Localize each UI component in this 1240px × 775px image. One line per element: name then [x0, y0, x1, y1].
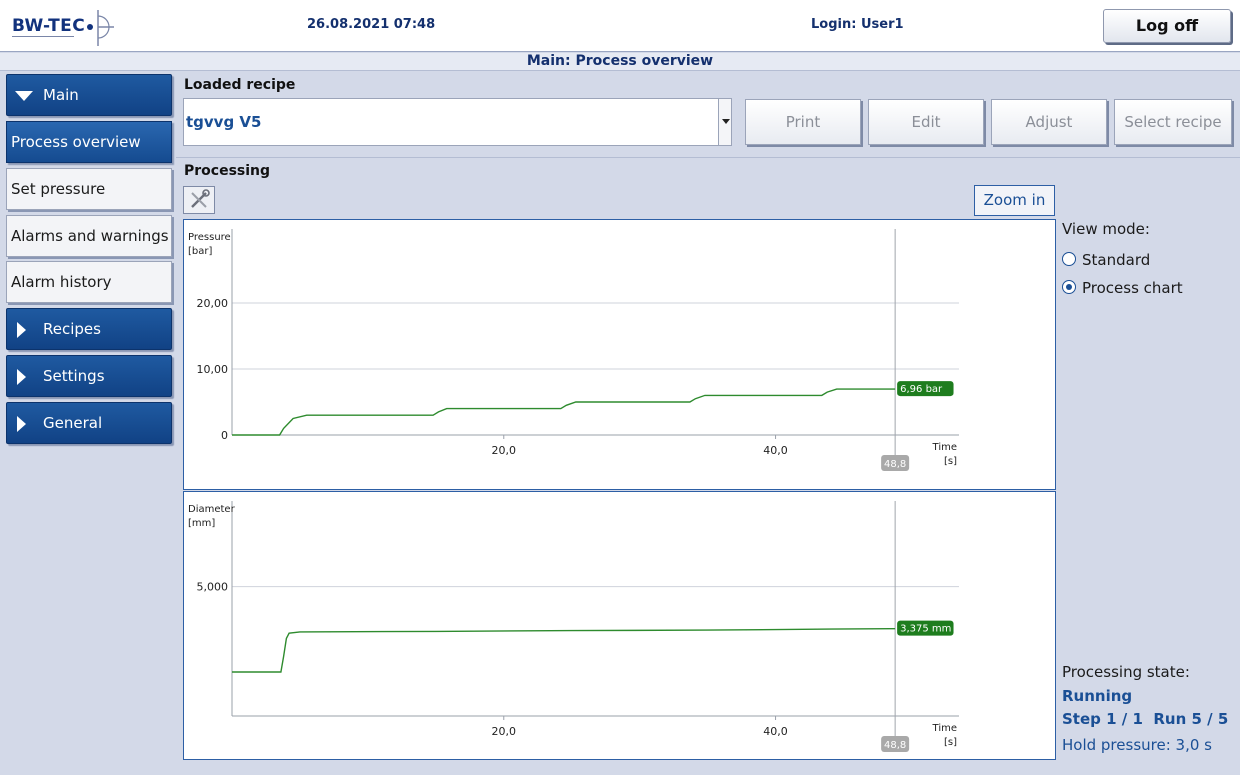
- collapsed-triangle-icon: [17, 416, 26, 432]
- sidebar-item-set-pressure[interactable]: Set pressure: [6, 168, 172, 210]
- sidebar-item-label: Recipes: [43, 320, 101, 338]
- sidebar-item-label: Settings: [43, 367, 105, 385]
- step-run-status: Step 1 / 1 Run 5 / 5: [1062, 710, 1229, 728]
- sidebar-item-label: Process overview: [11, 133, 141, 151]
- login-status: Login: User1: [811, 17, 904, 32]
- zoom-in-button[interactable]: Zoom in: [974, 185, 1055, 216]
- sidebar-group-settings[interactable]: Settings: [6, 355, 172, 397]
- sidebar-item-process-overview[interactable]: Process overview: [6, 121, 172, 163]
- x-axis-label: Time: [932, 723, 957, 734]
- bw-tec-logo: BW-TEC: [12, 10, 122, 46]
- series-line: [232, 628, 896, 673]
- logo-mark-icon: [87, 10, 114, 46]
- diameter-chart: 5,000 20,0 40,0 Diameter [mm] Time [s] 3,375 mm…: [183, 491, 1056, 760]
- x-tick-label: 40,0: [763, 444, 788, 457]
- sidebar-item-label: General: [43, 414, 103, 432]
- processing-status: Running: [1062, 687, 1133, 705]
- x-tick-label: 20,0: [492, 725, 517, 738]
- x-axis-unit: [s]: [944, 456, 957, 467]
- edit-button[interactable]: Edit: [868, 99, 984, 145]
- radio-standard-label[interactable]: Standard: [1082, 251, 1150, 269]
- cursor-label: 48,8: [884, 459, 906, 470]
- logo-underline: [12, 36, 74, 39]
- chart-settings-button[interactable]: [183, 186, 215, 214]
- recipe-select[interactable]: tgvvg V5: [183, 98, 732, 146]
- log-off-button[interactable]: Log off: [1103, 9, 1231, 43]
- sidebar-item-label: Set pressure: [11, 180, 106, 198]
- y-axis-unit: [bar]: [188, 246, 212, 257]
- y-axis-label: Diameter: [188, 504, 236, 515]
- radio-process-chart-label[interactable]: Process chart: [1082, 279, 1183, 297]
- y-tick-label: 10,00: [197, 363, 229, 376]
- x-tick-label: 20,0: [492, 444, 517, 457]
- sidebar-item-label: Alarm history: [11, 273, 112, 291]
- collapsed-triangle-icon: [17, 369, 26, 385]
- sidebar-item-alarm-history[interactable]: Alarm history: [6, 261, 172, 303]
- tools-icon: [191, 189, 210, 208]
- sidebar-group-general[interactable]: General: [6, 402, 172, 444]
- sidebar-item-label: Alarms and warnings: [11, 227, 169, 245]
- x-tick-label: 40,0: [763, 725, 788, 738]
- sidebar-item-label: Main: [43, 86, 79, 104]
- series-line: [232, 388, 896, 436]
- recipe-value: tgvvg V5: [186, 113, 262, 131]
- radio-standard[interactable]: [1062, 252, 1076, 266]
- radio-process-chart[interactable]: [1062, 280, 1076, 294]
- value-label: 6,96 bar: [900, 384, 943, 395]
- pressure-chart-svg: 0 10,00 20,00 20,0 40,0 Pressure [bar] Time [s] 6…: [188, 229, 959, 471]
- diameter-chart-svg: 5,000 20,0 40,0 Diameter [mm] Time [s] 3,375 mm…: [188, 501, 959, 752]
- page-title: Main: Process overview: [0, 53, 1240, 71]
- expanded-triangle-icon: [15, 91, 33, 101]
- y-tick-label: 0: [221, 429, 228, 442]
- y-tick-label: 5,000: [197, 581, 229, 594]
- print-button[interactable]: Print: [745, 99, 861, 145]
- divider: [176, 157, 1240, 158]
- x-axis-unit: [s]: [944, 737, 957, 748]
- hold-pressure-status: Hold pressure: 3,0 s: [1062, 736, 1212, 754]
- y-tick-label: 20,00: [197, 297, 229, 310]
- chevron-down-icon[interactable]: [718, 99, 731, 145]
- adjust-button[interactable]: Adjust: [991, 99, 1107, 145]
- collapsed-triangle-icon: [17, 322, 26, 338]
- sidebar-group-recipes[interactable]: Recipes: [6, 308, 172, 350]
- top-bar: BW-TEC 26.08.2021 07:48 Login: User1 Log…: [0, 0, 1240, 52]
- y-axis-unit: [mm]: [188, 518, 215, 529]
- sidebar-group-main[interactable]: Main: [6, 74, 172, 116]
- y-axis-label: Pressure: [188, 232, 231, 243]
- view-mode-label: View mode:: [1062, 220, 1150, 238]
- cursor-label: 48,8: [884, 740, 906, 751]
- processing-label: Processing: [184, 163, 271, 179]
- pressure-chart: 0 10,00 20,00 20,0 40,0 Pressure [bar] Time [s] 6…: [183, 219, 1056, 490]
- value-label: 3,375 mm: [900, 624, 951, 635]
- sidebar-item-alarms-and-warnings[interactable]: Alarms and warnings: [6, 215, 172, 257]
- processing-state-label: Processing state:: [1062, 663, 1190, 681]
- datetime-display: 26.08.2021 07:48: [307, 17, 436, 32]
- loaded-recipe-label: Loaded recipe: [184, 77, 296, 93]
- logo-text: BW-TEC: [12, 16, 86, 36]
- select-recipe-button[interactable]: Select recipe: [1114, 99, 1232, 145]
- x-axis-label: Time: [932, 442, 957, 453]
